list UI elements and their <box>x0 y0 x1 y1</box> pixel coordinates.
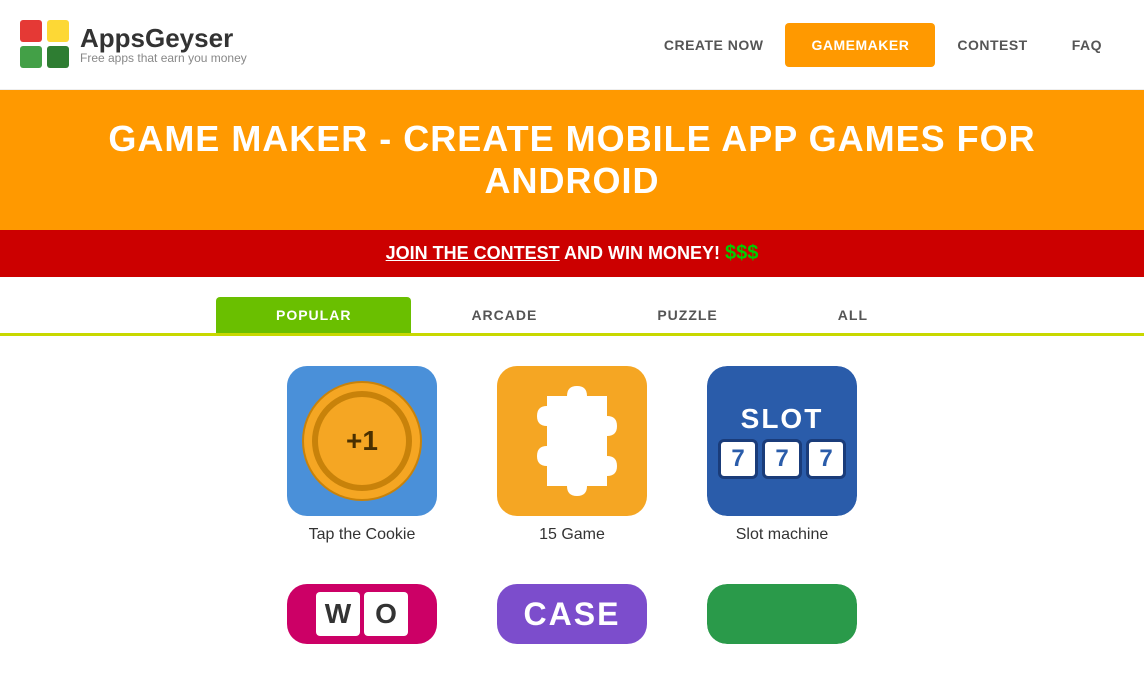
games-section: +1 Tap the Cookie 15 Game SLOT <box>0 336 1144 674</box>
hero-title: GAME MAKER - CREATE MOBILE APP GAMES FOR… <box>20 118 1124 202</box>
game-title-slot: Slot machine <box>736 526 829 544</box>
puzzle-bg <box>497 366 647 516</box>
logo-square-green <box>20 46 42 68</box>
game-title-tap-cookie: Tap the Cookie <box>309 526 416 544</box>
nav-create-now[interactable]: CREATE NOW <box>642 27 786 63</box>
game-word[interactable]: W O <box>287 584 437 644</box>
tab-arcade[interactable]: ARCADE <box>411 297 597 333</box>
case-bg: CASE <box>497 584 647 644</box>
games-row-1: +1 Tap the Cookie 15 Game SLOT <box>80 366 1064 544</box>
game-icon-green <box>707 584 857 644</box>
contest-rest: AND WIN MONEY! <box>560 243 725 263</box>
cookie-bg: +1 <box>287 366 437 516</box>
green-bg <box>707 584 857 644</box>
game-title-fifteen: 15 Game <box>539 526 605 544</box>
tab-popular[interactable]: POPULAR <box>216 297 411 333</box>
game-tabs: POPULAR ARCADE PUZZLE ALL <box>0 277 1144 336</box>
slot-num-2: 7 <box>762 439 802 479</box>
wo-letter-o: O <box>364 592 408 636</box>
hero-banner: GAME MAKER - CREATE MOBILE APP GAMES FOR… <box>0 90 1144 230</box>
game-fifteen[interactable]: 15 Game <box>497 366 647 544</box>
games-row-2: W O CASE <box>80 584 1064 644</box>
slot-num-3: 7 <box>806 439 846 479</box>
contest-bar: JOIN THE CONTEST AND WIN MONEY! $$$ <box>0 230 1144 277</box>
nav-faq[interactable]: FAQ <box>1050 27 1124 63</box>
logo-icon <box>20 20 70 70</box>
logo-square-dark-green <box>47 46 69 68</box>
logo-square-red <box>20 20 42 42</box>
game-icon-tap-cookie: +1 <box>287 366 437 516</box>
slot-numbers: 7 7 7 <box>718 439 846 479</box>
game-icon-slot: SLOT 7 7 7 <box>707 366 857 516</box>
slot-num-1: 7 <box>718 439 758 479</box>
nav-gamemaker[interactable]: GAMEMAKER <box>785 23 935 67</box>
game-icon-word: W O <box>287 584 437 644</box>
tab-puzzle[interactable]: PUZZLE <box>597 297 777 333</box>
game-case[interactable]: CASE <box>497 584 647 644</box>
main-nav: CREATE NOW GAMEMAKER CONTEST FAQ <box>642 10 1124 79</box>
game-tap-cookie[interactable]: +1 Tap the Cookie <box>287 366 437 544</box>
slot-bg: SLOT 7 7 7 <box>707 366 857 516</box>
game-icon-case: CASE <box>497 584 647 644</box>
game-icon-fifteen <box>497 366 647 516</box>
game-green[interactable] <box>707 584 857 644</box>
logo-text: AppsGeyser Free apps that earn you money <box>80 25 247 65</box>
cookie-shape: +1 <box>312 391 412 491</box>
nav-contest[interactable]: CONTEST <box>935 27 1049 63</box>
header: AppsGeyser Free apps that earn you money… <box>0 0 1144 90</box>
case-label: CASE <box>524 596 621 633</box>
cookie-plus: +1 <box>346 425 378 457</box>
wo-letter-w: W <box>316 592 360 636</box>
contest-link[interactable]: JOIN THE CONTEST <box>386 243 560 263</box>
tab-all[interactable]: ALL <box>778 297 928 333</box>
logo-square-yellow <box>47 20 69 42</box>
money-signs: $$$ <box>725 242 758 264</box>
game-slot-machine[interactable]: SLOT 7 7 7 Slot machine <box>707 366 857 544</box>
wo-bg: W O <box>287 584 437 644</box>
logo-subtitle: Free apps that earn you money <box>80 51 247 65</box>
puzzle-svg <box>517 386 627 496</box>
logo: AppsGeyser Free apps that earn you money <box>20 20 247 70</box>
logo-title: AppsGeyser <box>80 25 247 51</box>
slot-label: SLOT <box>741 403 824 435</box>
